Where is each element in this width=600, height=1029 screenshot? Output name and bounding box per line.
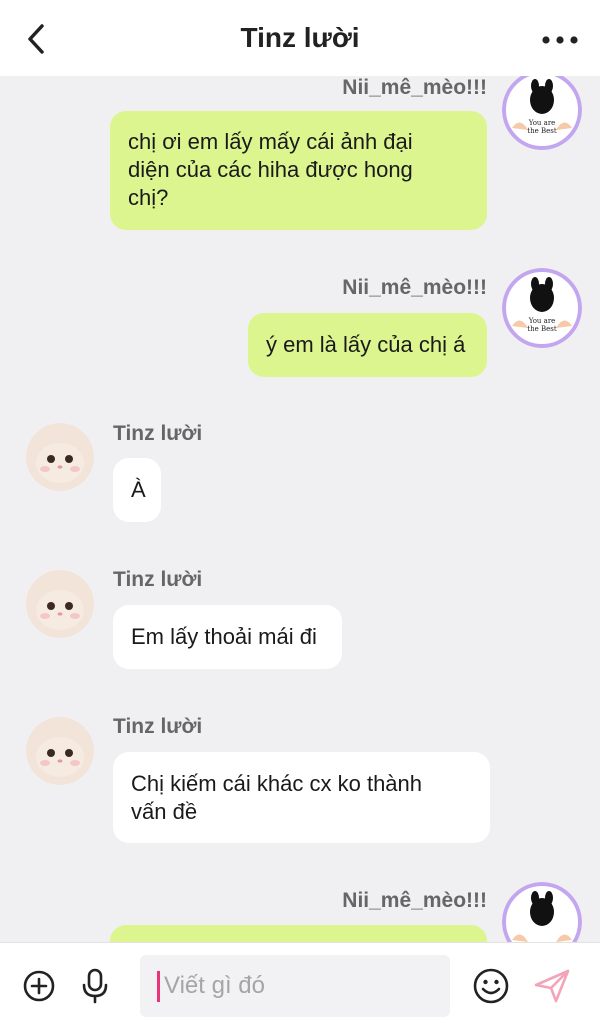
more-dots-icon[interactable] [540,28,580,52]
sender-name: Tinz lười [113,715,203,738]
message-list[interactable]: Nii_mê_mèo!!! You are the Best chị ơi em… [0,76,600,942]
message-bubble-sent[interactable] [110,925,487,942]
contact-avatar[interactable] [26,717,94,785]
my-avatar[interactable]: You are the Best [502,268,582,348]
microphone-icon[interactable] [80,967,110,1005]
my-avatar[interactable]: You are the Best [502,76,582,150]
contact-avatar[interactable] [26,423,94,491]
composer-bar: Viết gì đó [0,942,600,1029]
contact-avatar[interactable] [26,570,94,638]
sender-name: Tinz lười [113,422,203,445]
message-bubble-received[interactable]: Chị kiếm cái khác cx ko thành vấn đề [113,752,490,843]
svg-text:You are: You are [528,317,556,325]
chat-header: Tinz lười [0,0,600,76]
svg-text:the Best: the Best [527,325,557,333]
send-icon[interactable] [532,967,572,1005]
message-bubble-sent[interactable]: chị ơi em lấy mấy cái ảnh đại diện của c… [110,111,487,230]
message-input[interactable]: Viết gì đó [140,955,450,1017]
input-placeholder: Viết gì đó [164,972,265,999]
sender-name: Nii_mê_mèo!!! [342,889,487,912]
smiley-icon[interactable] [472,967,510,1005]
message-bubble-received[interactable]: À [113,458,161,522]
chat-title: Tinz lười [240,22,360,53]
text-caret [157,971,160,1002]
sender-name: Nii_mê_mèo!!! [342,276,487,299]
message-bubble-sent[interactable]: ý em là lấy của chị á [248,313,487,377]
message-bubble-received[interactable]: Em lấy thoải mái đi [113,605,342,669]
sender-name: Nii_mê_mèo!!! [342,76,487,99]
my-avatar[interactable] [502,882,582,942]
sender-name: Tinz lười [113,568,203,591]
svg-text:You are: You are [528,119,556,127]
svg-text:the Best: the Best [527,127,557,135]
plus-circle-icon[interactable] [22,969,56,1003]
